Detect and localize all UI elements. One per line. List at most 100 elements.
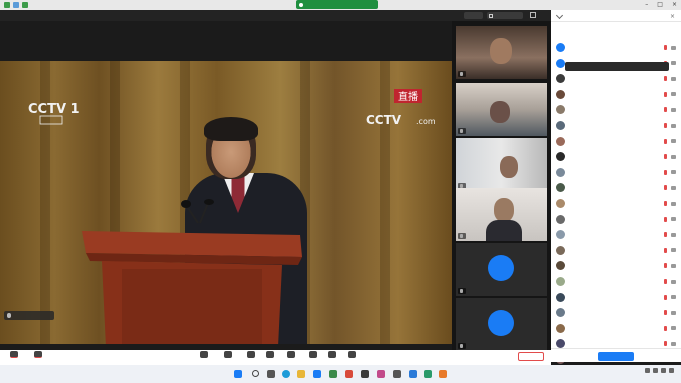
participant-row[interactable] bbox=[551, 305, 681, 320]
minimize-icon[interactable]: – bbox=[645, 1, 648, 8]
participant-row[interactable] bbox=[551, 71, 681, 86]
mic-muted-icon[interactable] bbox=[664, 232, 667, 238]
participant-row[interactable] bbox=[551, 321, 681, 336]
main-video-stage[interactable]: CCTV 1 直播 CCTV .com bbox=[0, 21, 452, 344]
video-tile[interactable] bbox=[456, 83, 547, 136]
camera-icon[interactable] bbox=[671, 232, 676, 237]
screen-share-notice[interactable] bbox=[296, 0, 378, 9]
camera-icon[interactable] bbox=[671, 76, 676, 81]
shield-icon[interactable] bbox=[4, 2, 10, 8]
participant-row[interactable] bbox=[551, 227, 681, 242]
participant-row[interactable] bbox=[551, 40, 681, 55]
camera-icon[interactable] bbox=[671, 248, 676, 253]
join-breakout-button[interactable] bbox=[598, 352, 634, 361]
participant-row[interactable] bbox=[551, 149, 681, 164]
app-icon[interactable] bbox=[439, 370, 447, 378]
app-icon[interactable] bbox=[393, 370, 401, 378]
participant-row[interactable] bbox=[551, 243, 681, 258]
close-icon[interactable]: × bbox=[672, 1, 677, 8]
participant-row[interactable] bbox=[551, 290, 681, 305]
mic-muted-icon[interactable] bbox=[664, 247, 667, 253]
mic-muted-icon[interactable] bbox=[664, 294, 667, 300]
camera-icon[interactable] bbox=[671, 263, 676, 268]
battery-icon[interactable] bbox=[669, 368, 674, 373]
toolbar-tool[interactable] bbox=[194, 351, 214, 359]
toolbar-tool[interactable] bbox=[342, 351, 362, 359]
participant-row[interactable] bbox=[551, 134, 681, 149]
toolbar-tool[interactable] bbox=[4, 351, 24, 359]
video-tile[interactable] bbox=[456, 138, 547, 191]
participant-row[interactable] bbox=[551, 212, 681, 227]
participant-row[interactable] bbox=[551, 258, 681, 273]
toolbar-tool[interactable] bbox=[241, 351, 261, 359]
mic-muted-icon[interactable] bbox=[664, 216, 667, 222]
camera-icon[interactable] bbox=[671, 201, 676, 206]
windows-start-icon[interactable] bbox=[234, 370, 242, 378]
mic-muted-icon[interactable] bbox=[664, 325, 667, 331]
app-icon[interactable] bbox=[409, 370, 417, 378]
camera-icon[interactable] bbox=[671, 154, 676, 159]
camera-icon[interactable] bbox=[671, 92, 676, 97]
mic-muted-icon[interactable] bbox=[664, 154, 667, 160]
video-tile-avatar[interactable] bbox=[456, 298, 547, 351]
video-tile[interactable] bbox=[456, 26, 547, 79]
meeting-app-icon[interactable] bbox=[313, 370, 321, 378]
participant-row[interactable] bbox=[551, 196, 681, 211]
camera-icon[interactable] bbox=[671, 295, 676, 300]
mic-muted-icon[interactable] bbox=[664, 169, 667, 175]
end-meeting-button[interactable] bbox=[518, 352, 544, 361]
app-icon[interactable] bbox=[361, 370, 369, 378]
mic-muted-icon[interactable] bbox=[664, 263, 667, 269]
mic-muted-icon[interactable] bbox=[664, 123, 667, 128]
toolbar-tool[interactable] bbox=[322, 351, 342, 359]
app-icon[interactable] bbox=[329, 370, 337, 378]
camera-icon[interactable] bbox=[671, 45, 676, 50]
camera-icon[interactable] bbox=[671, 185, 676, 190]
explorer-icon[interactable] bbox=[297, 370, 305, 378]
chevron-up-icon[interactable] bbox=[645, 368, 650, 373]
mic-muted-icon[interactable] bbox=[664, 76, 667, 82]
camera-icon[interactable] bbox=[671, 139, 676, 144]
camera-icon[interactable] bbox=[671, 279, 676, 284]
view-toggle-button[interactable] bbox=[487, 12, 523, 19]
info-icon[interactable] bbox=[13, 2, 19, 8]
toolbar-tool[interactable] bbox=[281, 351, 301, 359]
camera-icon[interactable] bbox=[671, 341, 676, 346]
participant-row[interactable] bbox=[551, 165, 681, 180]
camera-icon[interactable] bbox=[671, 107, 676, 112]
mic-muted-icon[interactable] bbox=[664, 201, 667, 206]
camera-icon[interactable] bbox=[671, 310, 676, 315]
participant-row[interactable] bbox=[551, 87, 681, 102]
weather-widget[interactable] bbox=[6, 369, 18, 379]
mic-muted-icon[interactable] bbox=[664, 185, 667, 191]
mic-muted-icon[interactable] bbox=[664, 279, 667, 284]
camera-icon[interactable] bbox=[671, 123, 676, 128]
participant-row[interactable] bbox=[551, 274, 681, 289]
mic-muted-icon[interactable] bbox=[664, 341, 667, 347]
close-panel-icon[interactable]: × bbox=[670, 13, 675, 20]
video-tile-avatar[interactable] bbox=[456, 243, 547, 296]
app-icon[interactable] bbox=[345, 370, 353, 378]
volume-icon[interactable] bbox=[661, 368, 666, 373]
task-view-icon[interactable] bbox=[267, 370, 275, 378]
app-icon[interactable] bbox=[424, 370, 432, 378]
mic-muted-icon[interactable] bbox=[664, 91, 667, 97]
mic-muted-icon[interactable] bbox=[664, 310, 667, 316]
camera-icon[interactable] bbox=[671, 170, 676, 175]
toolbar-tool[interactable] bbox=[303, 351, 323, 359]
fullscreen-icon[interactable] bbox=[530, 12, 536, 18]
toolbar-tool[interactable] bbox=[218, 351, 238, 359]
toolbar-tool[interactable] bbox=[260, 351, 280, 359]
edge-icon[interactable] bbox=[282, 370, 290, 378]
toolbar-tool[interactable] bbox=[28, 351, 48, 359]
participant-row[interactable] bbox=[551, 118, 681, 133]
camera-icon[interactable] bbox=[671, 61, 676, 66]
camera-icon[interactable] bbox=[671, 326, 676, 331]
mic-muted-icon[interactable] bbox=[664, 45, 667, 50]
app-icon[interactable] bbox=[377, 370, 385, 378]
search-icon[interactable] bbox=[252, 370, 259, 377]
camera-icon[interactable] bbox=[671, 217, 676, 222]
mic-muted-icon[interactable] bbox=[664, 138, 667, 144]
participant-row[interactable] bbox=[551, 102, 681, 117]
mic-muted-icon[interactable] bbox=[664, 107, 667, 113]
